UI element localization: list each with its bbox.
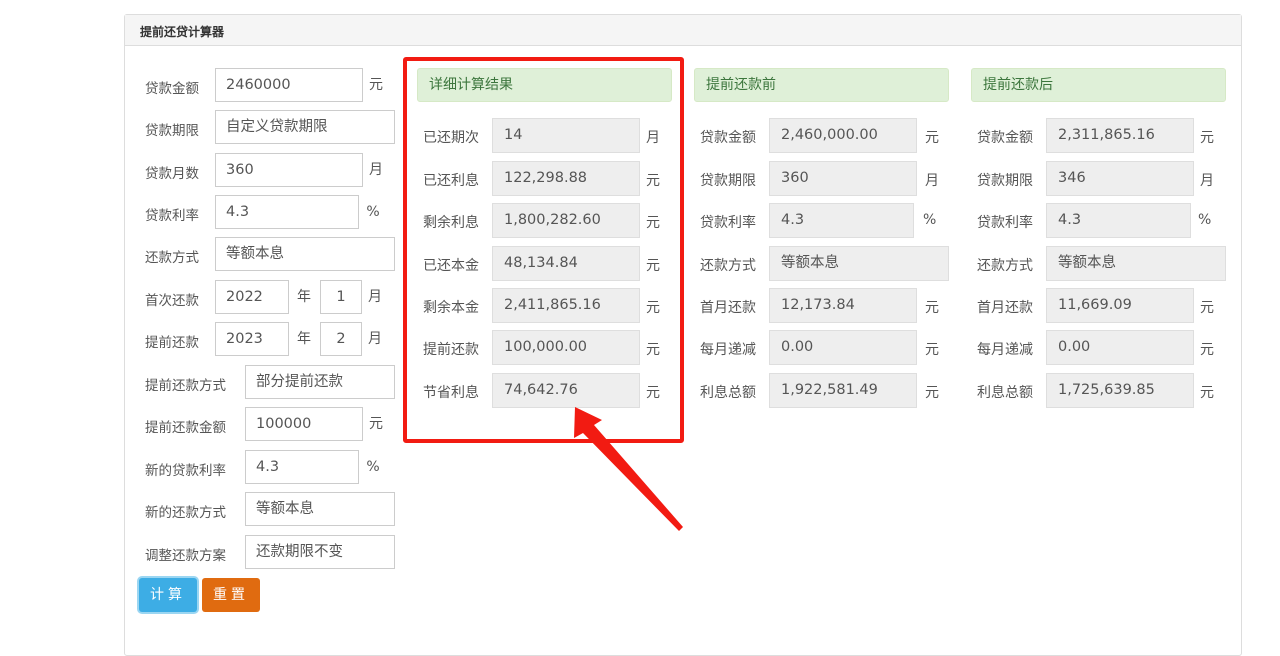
annotation-arrow xyxy=(574,407,683,531)
